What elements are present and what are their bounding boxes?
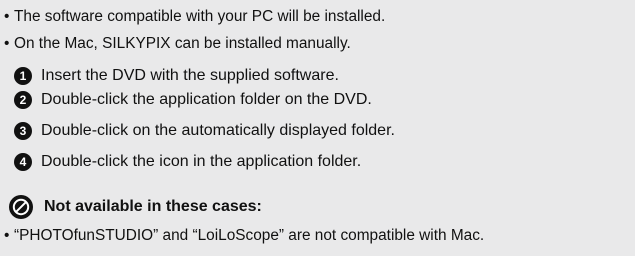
step-item: 1 Insert the DVD with the supplied softw…	[14, 63, 339, 89]
step-item: 2 Double-click the application folder on…	[14, 87, 372, 113]
step-number-badge: 2	[14, 91, 32, 109]
bullet-dot: •	[4, 8, 10, 25]
bullet-text: “PHOTOfunSTUDIO” and “LoiLoScope” are no…	[14, 227, 485, 244]
step-number-badge: 3	[14, 122, 32, 140]
bullet-not-compatible: • “PHOTOfunSTUDIO” and “LoiLoScope” are n…	[4, 225, 484, 247]
bullet-dot: •	[4, 35, 10, 52]
step-item: 4 Double-click the icon in the applicati…	[14, 149, 361, 175]
bullet-mac-silkypix: • On the Mac, SILKYPIX can be installed m…	[4, 33, 351, 55]
step-text: Double-click the application folder on t…	[41, 91, 372, 108]
step-text: Double-click the icon in the application…	[41, 153, 362, 170]
bullet-text: On the Mac, SILKYPIX can be installed ma…	[14, 35, 351, 52]
not-available-icon	[8, 194, 34, 220]
step-text: Insert the DVD with the supplied softwar…	[41, 67, 339, 84]
instruction-panel: • The software compatible with your PC wi…	[0, 0, 635, 256]
bullet-compatible-software: • The software compatible with your PC wi…	[4, 6, 385, 28]
step-number-badge: 1	[14, 67, 32, 85]
step-number-badge: 4	[14, 153, 32, 171]
not-available-heading: Not available in these cases:	[8, 194, 262, 220]
not-available-heading-text: Not available in these cases:	[44, 198, 262, 215]
bullet-text: The software compatible with your PC wil…	[14, 8, 386, 25]
step-text: Double-click on the automatically displa…	[41, 122, 395, 139]
step-item: 3 Double-click on the automatically disp…	[14, 118, 395, 144]
bullet-dot: •	[4, 227, 10, 244]
